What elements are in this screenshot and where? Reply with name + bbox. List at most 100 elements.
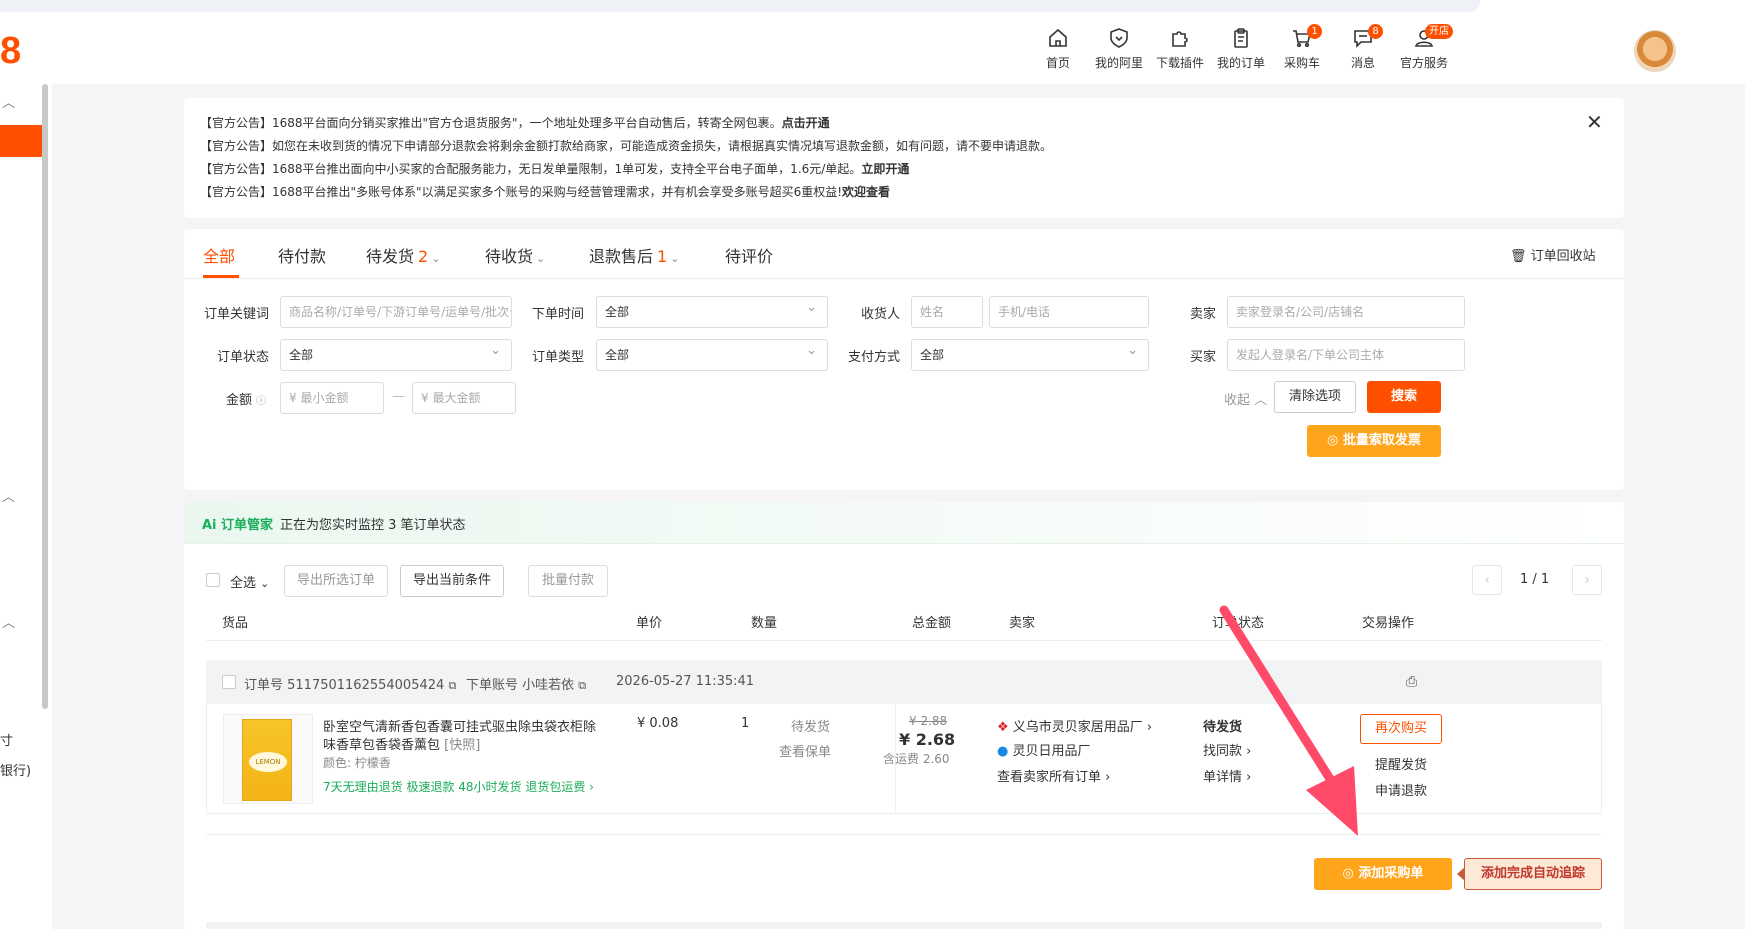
home-icon xyxy=(1049,28,1067,47)
tab-refund[interactable]: 退款售后 1 ⌄ xyxy=(589,243,679,267)
info-icon: ⓘ xyxy=(256,396,267,407)
nav-official-service[interactable]: 开店 官方服务 xyxy=(1389,24,1459,82)
notice-link[interactable]: 欢迎查看 xyxy=(842,185,890,199)
order-time: 2026-05-27 11:35:41 xyxy=(616,674,755,689)
product-thumbnail[interactable]: LEMON xyxy=(223,714,313,804)
seller-shop-link[interactable]: ● 灵贝日用品厂 xyxy=(997,740,1091,759)
nav-plugin[interactable]: 下载插件 xyxy=(1145,26,1215,82)
prev-page-button[interactable]: ‹ xyxy=(1472,565,1502,595)
copy-icon[interactable]: ⧉ xyxy=(448,679,456,692)
top-header: 8 首页 我的阿里 下载插件 我的订单 1 采购车 8 消息 开店 官方服务 xyxy=(0,16,1745,84)
nav-plugin-label: 下载插件 xyxy=(1155,56,1204,70)
buyer-label: 买家 xyxy=(1190,350,1217,365)
address-bar[interactable] xyxy=(0,0,1480,12)
col-goods: 货品 xyxy=(222,616,249,631)
order-number: 订单号 5117501162554005424 ⧉ xyxy=(244,678,457,693)
keyword-input[interactable]: 商品名称/订单号/下游订单号/运单号/批次号 xyxy=(280,296,512,328)
col-seller: 卖家 xyxy=(1009,616,1036,631)
auto-track-tag[interactable]: 添加完成自动追踪 xyxy=(1457,858,1602,890)
nav-messages[interactable]: 8 消息 xyxy=(1328,24,1398,82)
product-title-line1[interactable]: 卧室空气清新香包香囊可挂式驱虫除虫袋衣柜除 xyxy=(323,716,596,735)
nav-my-orders-label: 我的订单 xyxy=(1216,56,1265,70)
receiver-name-input[interactable]: 姓名 xyxy=(911,296,983,328)
clear-button[interactable]: 清除选项 xyxy=(1274,381,1356,413)
amount-min-input[interactable]: ¥ 最小金额 xyxy=(280,382,384,414)
official-notice: 【官方公告】1688平台面向分销买家推出"官方仓退货服务"，一个地址处理多平台自… xyxy=(184,98,1624,218)
payment-select[interactable]: 全部 xyxy=(911,339,1149,371)
shipping-fee: 含运费 2.60 xyxy=(883,752,950,766)
sidebar-active-item[interactable] xyxy=(0,125,44,157)
seller-input[interactable]: 卖家登录名/公司/店铺名 xyxy=(1227,296,1465,328)
notice-link[interactable]: 立即开通 xyxy=(861,162,909,176)
sidebar-text[interactable]: 银行) xyxy=(0,760,31,779)
notice-line: 【官方公告】1688平台面向分销买家推出"官方仓退货服务"，一个地址处理多平台自… xyxy=(200,116,830,130)
rebuy-button[interactable]: 再次购买 xyxy=(1360,714,1442,744)
logo-icon: ◎ xyxy=(1342,866,1354,881)
product-image: LEMON xyxy=(242,719,292,801)
nav-official-service-label: 官方服务 xyxy=(1399,56,1448,70)
tab-pending-shipment[interactable]: 待发货 2 ⌄ xyxy=(366,243,440,267)
order-type-select[interactable]: 全部 xyxy=(596,339,828,371)
snapshot-link[interactable]: [快照] xyxy=(444,738,480,753)
search-button[interactable]: 搜索 xyxy=(1367,381,1441,413)
recycle-bin-link[interactable]: 🗑 订单回收站 xyxy=(1510,245,1596,264)
tab-all[interactable]: 全部 xyxy=(203,243,235,267)
payment-label: 支付方式 xyxy=(848,350,901,365)
col-unit-price: 单价 xyxy=(636,616,663,631)
tab-pending-payment[interactable]: 待付款 xyxy=(278,243,326,267)
sidebar-text[interactable]: 寸 xyxy=(0,730,13,749)
export-current-button[interactable]: 导出当前条件 xyxy=(400,565,504,597)
sidebar-scrollbar[interactable] xyxy=(42,84,48,709)
avatar[interactable] xyxy=(1634,30,1676,72)
row-divider xyxy=(206,834,1602,835)
select-all-checkbox[interactable] xyxy=(206,573,220,587)
amount-max-input[interactable]: ¥ 最大金额 xyxy=(412,382,516,414)
order-checkbox[interactable] xyxy=(222,675,236,689)
export-selected-button[interactable]: 导出所选订单 xyxy=(284,565,388,597)
product-title-line2[interactable]: 味香草包香袋香薰包 [快照] xyxy=(323,734,480,753)
seller-badge-icon: ❖ xyxy=(997,720,1009,735)
next-page-button[interactable]: › xyxy=(1572,565,1602,595)
seller-label: 卖家 xyxy=(1190,307,1217,322)
collapse-toggle[interactable]: 收起 ︿ xyxy=(1224,389,1267,408)
buyer-input[interactable]: 发起人登录名/下单公司主体 xyxy=(1227,339,1465,371)
open-shop-badge: 开店 xyxy=(1425,24,1453,39)
batch-invoice-button[interactable]: ◎ 批量索取发票 xyxy=(1307,425,1441,457)
chevron-up-icon[interactable]: ︿ xyxy=(2,612,15,631)
ai-status-text: 正在为您实时监控 3 笔订单状态 xyxy=(280,518,466,533)
batch-pay-button[interactable]: 批量付款 xyxy=(528,565,608,597)
select-all-label[interactable]: 全选 ⌄ xyxy=(230,572,269,591)
receiver-phone-input[interactable]: 手机/电话 xyxy=(989,296,1149,328)
view-policy-link[interactable]: 查看保单 xyxy=(779,741,831,760)
close-icon[interactable]: ✕ xyxy=(1586,110,1603,134)
notice-link[interactable]: 点击开通 xyxy=(782,116,830,130)
order-time-select[interactable]: 全部 xyxy=(596,296,828,328)
filter-panel: 全部 待付款 待发货 2 ⌄ 待收货 ⌄ 退款售后 1 ⌄ 待评价 🗑 订单回收站 订单关… xyxy=(184,229,1624,490)
nav-my-orders[interactable]: 我的订单 xyxy=(1206,26,1276,82)
request-refund-link[interactable]: 申请退款 xyxy=(1375,780,1427,799)
add-purchase-list-button[interactable]: ◎ 添加采购单 xyxy=(1314,858,1452,890)
order-status-select[interactable]: 全部 xyxy=(280,339,512,371)
tab-pending-receipt[interactable]: 待收货 ⌄ xyxy=(485,243,545,267)
puzzle-icon xyxy=(1172,31,1188,47)
original-total: ¥ 2.88 xyxy=(909,714,948,728)
order-account: 下单账号 小哇若依 ⧉ xyxy=(466,678,587,693)
site-logo[interactable]: 8 xyxy=(0,30,21,73)
tab-pending-review[interactable]: 待评价 xyxy=(725,243,773,267)
service-tags[interactable]: 7天无理由退货 极速退款 48小时发货 退货包运费 › xyxy=(323,778,594,795)
nav-cart[interactable]: 1 采购车 xyxy=(1267,24,1337,82)
unit-price: ¥ 0.08 xyxy=(637,716,679,731)
seller-all-orders-link[interactable]: 查看卖家所有订单 › xyxy=(997,766,1110,785)
nav-my-ali[interactable]: 我的阿里 xyxy=(1084,26,1154,82)
nav-home-label: 首页 xyxy=(1045,56,1070,70)
remind-shipment-link[interactable]: 提醒发货 xyxy=(1375,754,1427,773)
note-icon[interactable]: ⎙ xyxy=(1406,674,1417,690)
chevron-up-icon[interactable]: ︿ xyxy=(2,486,15,505)
chevron-up-icon[interactable]: ︿ xyxy=(2,92,15,111)
nav-my-ali-label: 我的阿里 xyxy=(1094,56,1143,70)
quantity: 1 xyxy=(741,716,750,731)
seller-name-link[interactable]: ❖ 义乌市灵贝家居用品厂 › xyxy=(997,716,1152,735)
copy-icon[interactable]: ⧉ xyxy=(578,679,586,692)
header-divider xyxy=(206,640,1602,641)
nav-home[interactable]: 首页 xyxy=(1023,26,1093,82)
